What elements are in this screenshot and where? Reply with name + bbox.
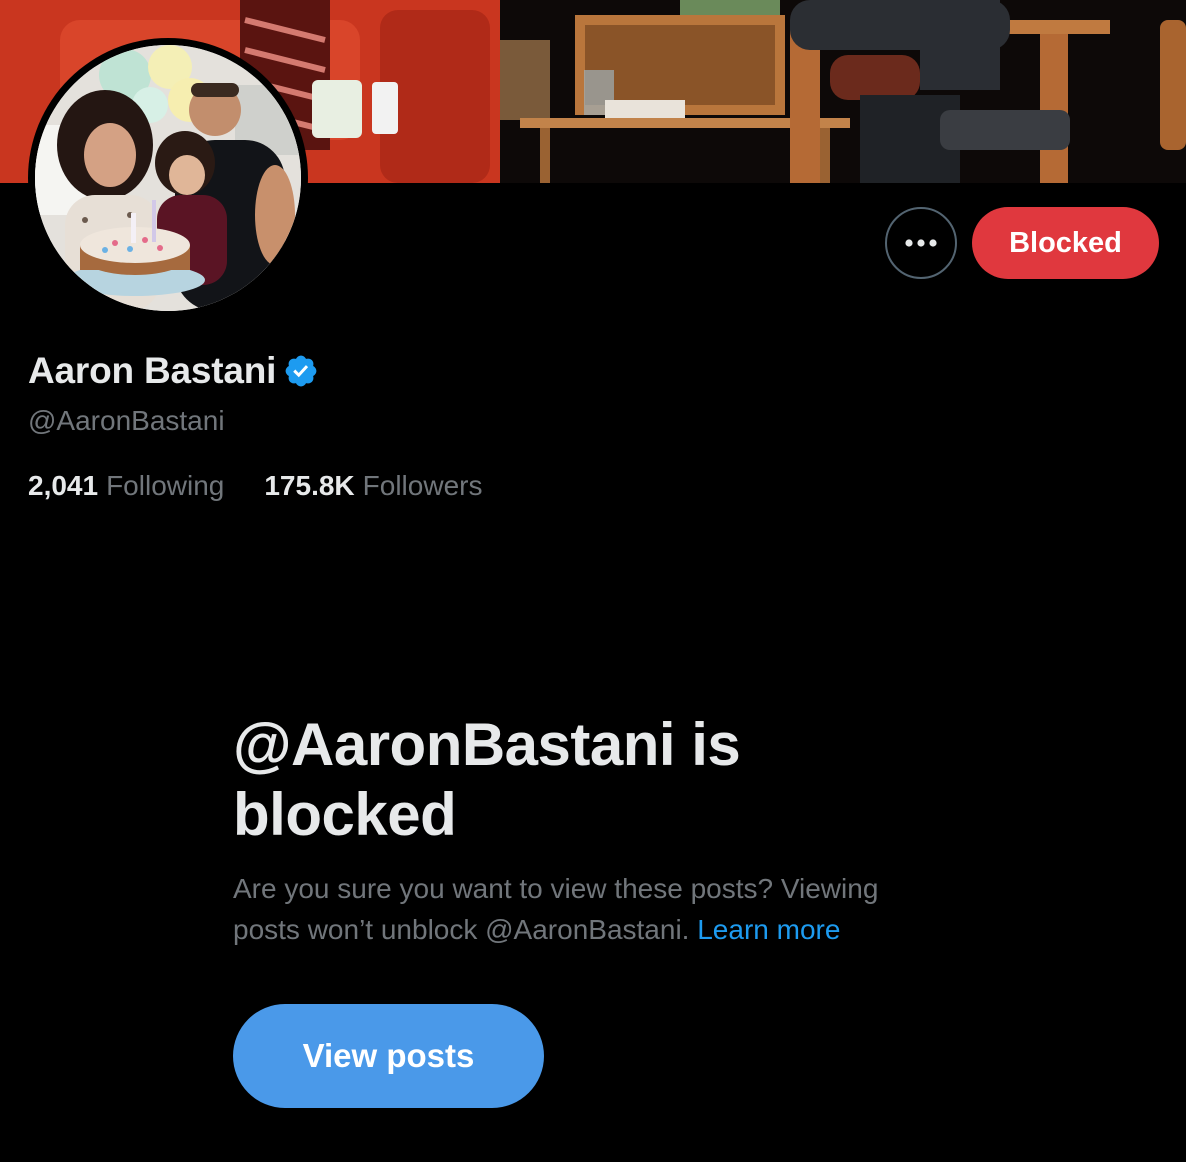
more-horizontal-icon <box>905 239 937 247</box>
blocked-notice-description: Are you sure you want to view these post… <box>233 868 953 950</box>
following-stat[interactable]: 2,041 Following <box>28 470 224 502</box>
view-posts-button[interactable]: View posts <box>233 1004 544 1108</box>
avatar[interactable] <box>28 38 308 318</box>
following-count: 2,041 <box>28 470 99 501</box>
profile-stats: 2,041 Following 175.8K Followers <box>28 470 522 502</box>
blocked-notice-title: @AaronBastani is blocked <box>233 711 741 848</box>
followers-label: Followers <box>362 470 483 501</box>
blocked-button[interactable]: Blocked <box>972 207 1159 279</box>
verified-badge-icon[interactable] <box>283 353 319 389</box>
followers-count: 175.8K <box>264 470 355 501</box>
learn-more-link[interactable]: Learn more <box>697 914 840 945</box>
more-options-button[interactable] <box>885 207 957 279</box>
display-name: Aaron Bastani <box>28 350 277 391</box>
profile-name-row: Aaron Bastani <box>28 350 319 392</box>
followers-stat[interactable]: 175.8K Followers <box>264 470 482 502</box>
profile-handle: @AaronBastani <box>28 405 225 436</box>
avatar-image <box>35 45 301 311</box>
following-label: Following <box>106 470 225 501</box>
